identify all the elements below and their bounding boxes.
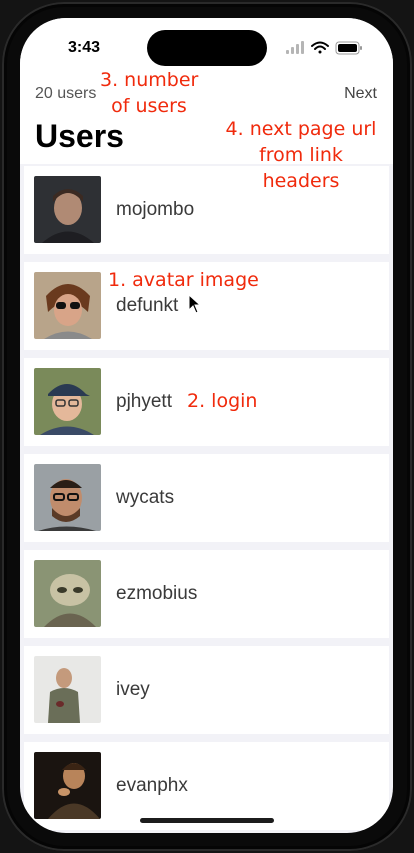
users-count-label: 20 users [35,85,97,102]
list-item[interactable]: ezmobius [24,550,389,638]
next-button[interactable]: Next [344,85,377,103]
avatar [34,656,101,723]
user-login: ezmobius [116,583,198,604]
annotation-next-page-url: 4. next page url from link headers [225,116,377,194]
cursor-icon [188,294,202,314]
annotation-number-of-users: 3. number of users [100,67,198,119]
dynamic-island [147,30,267,66]
user-login: wycats [116,487,175,508]
page-title: Users [35,118,124,154]
annotation-line: from link [259,144,343,166]
status-icons [286,40,376,56]
avatar [34,752,101,819]
battery-icon [335,41,362,55]
list-item[interactable]: ivey [24,646,389,734]
annotation-line: 3. number [100,69,199,91]
annotation-line: headers [262,170,340,192]
avatar [34,176,101,243]
user-login: evanphx [116,775,188,796]
avatar [34,368,101,435]
list-item[interactable]: evanphx [24,742,389,830]
status-time: 3:43 [68,39,101,56]
user-login: pjhyett [116,391,172,412]
annotation-avatar-image: 1. avatar image [108,269,259,291]
wifi-icon [311,41,329,54]
list-item[interactable]: wycats [24,454,389,542]
avatar [34,272,101,339]
avatar [34,560,101,627]
home-indicator[interactable] [140,818,274,823]
avatar [34,464,101,531]
signal-icon [286,41,304,54]
user-login: mojombo [116,199,195,220]
annotation-line: 4. next page url [225,118,377,140]
annotation-login: 2. login [187,390,258,412]
annotation-line: of users [111,95,187,117]
user-login: defunkt [116,295,179,316]
user-login: ivey [116,679,150,700]
